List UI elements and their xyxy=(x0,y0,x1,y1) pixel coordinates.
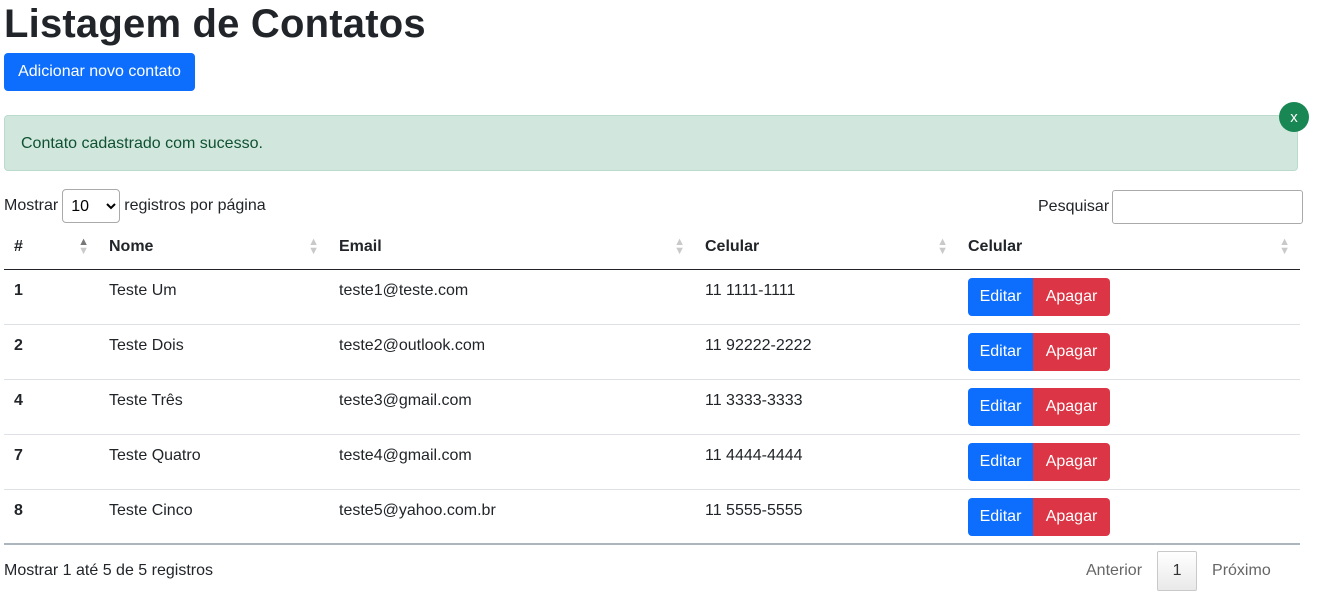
column-header-name[interactable]: Nome ▲ ▼ xyxy=(99,226,329,270)
column-header-email[interactable]: Email ▲ ▼ xyxy=(329,226,695,270)
table-row: 2 Teste Dois teste2@outlook.com 11 92222… xyxy=(4,324,1300,380)
sort-icon: ▲ ▼ xyxy=(937,236,948,257)
edit-button[interactable]: Editar xyxy=(968,277,1033,316)
delete-button[interactable]: Apagar xyxy=(1033,277,1110,316)
contact-id: 1 xyxy=(4,269,99,325)
contact-name: Teste Quatro xyxy=(99,434,329,490)
table-row: 8 Teste Cinco teste5@yahoo.com.br 11 555… xyxy=(4,489,1300,545)
delete-button[interactable]: Apagar xyxy=(1033,332,1110,371)
contacts-table: # ▲ ▼ Nome ▲ ▼ Email ▲ ▼ Celular ▲ ▼ Celular… xyxy=(4,226,1300,545)
contact-phone: 11 4444-4444 xyxy=(695,434,958,490)
contact-phone: 11 3333-3333 xyxy=(695,379,958,435)
contact-email: teste2@outlook.com xyxy=(329,324,695,380)
column-header-phone[interactable]: Celular ▲ ▼ xyxy=(695,226,958,270)
table-header-row: # ▲ ▼ Nome ▲ ▼ Email ▲ ▼ Celular ▲ ▼ Celular… xyxy=(4,226,1300,270)
contact-name: Teste Cinco xyxy=(99,489,329,545)
contact-actions: Editar Apagar xyxy=(958,434,1300,490)
contact-email: teste1@teste.com xyxy=(329,269,695,325)
contact-email: teste3@gmail.com xyxy=(329,379,695,435)
contact-actions: Editar Apagar xyxy=(958,489,1300,545)
alert-close-button[interactable]: x xyxy=(1279,102,1309,132)
length-suffix-label: registros por página xyxy=(124,197,266,214)
contact-actions: Editar Apagar xyxy=(958,269,1300,325)
success-alert: Contato cadastrado com sucesso. xyxy=(4,115,1298,171)
pagination: Anterior 1 Próximo xyxy=(1071,550,1286,592)
contact-phone: 11 92222-2222 xyxy=(695,324,958,380)
column-header-actions[interactable]: Celular ▲ ▼ xyxy=(958,226,1300,270)
edit-button[interactable]: Editar xyxy=(968,497,1033,536)
table-row: 7 Teste Quatro teste4@gmail.com 11 4444-… xyxy=(4,434,1300,490)
contact-phone: 11 1111-1111 xyxy=(695,269,958,325)
contact-email: teste5@yahoo.com.br xyxy=(329,489,695,545)
delete-button[interactable]: Apagar xyxy=(1033,497,1110,536)
pagination-previous[interactable]: Anterior xyxy=(1071,562,1157,580)
delete-button[interactable]: Apagar xyxy=(1033,387,1110,426)
search-label: Pesquisar xyxy=(1038,198,1110,215)
delete-button[interactable]: Apagar xyxy=(1033,442,1110,481)
contact-name: Teste Um xyxy=(99,269,329,325)
contact-id: 7 xyxy=(4,434,99,490)
edit-button[interactable]: Editar xyxy=(968,387,1033,426)
contact-id: 8 xyxy=(4,489,99,545)
pagination-page-1[interactable]: 1 xyxy=(1157,551,1198,591)
contact-email: teste4@gmail.com xyxy=(329,434,695,490)
contact-id: 4 xyxy=(4,379,99,435)
sort-icon: ▲ ▼ xyxy=(674,236,685,257)
column-header-id[interactable]: # ▲ ▼ xyxy=(4,226,99,270)
contact-phone: 11 5555-5555 xyxy=(695,489,958,545)
search-input[interactable] xyxy=(1112,190,1304,224)
contact-actions: Editar Apagar xyxy=(958,324,1300,380)
add-contact-button[interactable]: Adicionar novo contato xyxy=(4,53,195,91)
records-per-page-select[interactable]: 10 xyxy=(62,189,121,223)
sort-icon: ▲ ▼ xyxy=(308,236,319,257)
contact-actions: Editar Apagar xyxy=(958,379,1300,435)
table-row: 4 Teste Três teste3@gmail.com 11 3333-33… xyxy=(4,379,1300,435)
contact-name: Teste Três xyxy=(99,379,329,435)
edit-button[interactable]: Editar xyxy=(968,332,1033,371)
edit-button[interactable]: Editar xyxy=(968,442,1033,481)
length-prefix-label: Mostrar xyxy=(4,197,59,214)
contact-name: Teste Dois xyxy=(99,324,329,380)
contact-id: 2 xyxy=(4,324,99,380)
pagination-next[interactable]: Próximo xyxy=(1197,562,1286,580)
sort-icon: ▲ ▼ xyxy=(1279,236,1290,257)
alert-message: Contato cadastrado com sucesso. xyxy=(21,135,263,152)
table-row: 1 Teste Um teste1@teste.com 11 1111-1111… xyxy=(4,269,1300,325)
table-info: Mostrar 1 até 5 de 5 registros xyxy=(4,562,213,579)
records-per-page-control: Mostrar 10 registros por página xyxy=(4,189,266,223)
sort-icon: ▲ ▼ xyxy=(78,236,89,257)
page-title: Listagem de Contatos xyxy=(4,2,426,46)
search-control: Pesquisar xyxy=(1038,189,1304,225)
